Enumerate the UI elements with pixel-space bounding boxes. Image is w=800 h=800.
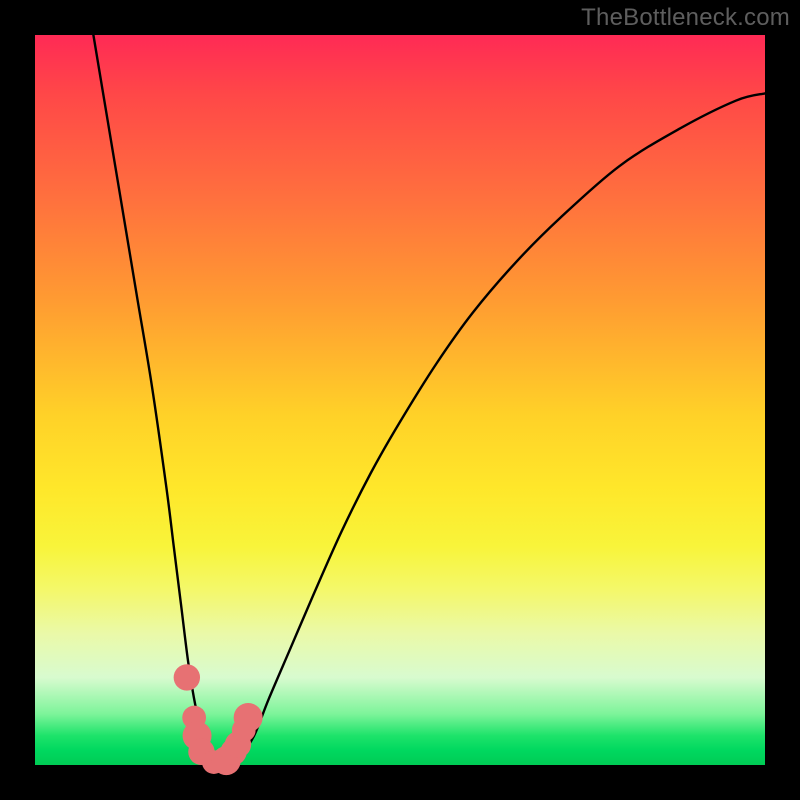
marker-group [174,664,263,775]
chart-frame: TheBottleneck.com [0,0,800,800]
data-marker [234,703,263,732]
curve-layer [35,35,765,765]
bottleneck-curve [93,35,765,766]
plot-area [35,35,765,765]
data-marker [174,664,200,690]
watermark-text: TheBottleneck.com [581,4,790,32]
